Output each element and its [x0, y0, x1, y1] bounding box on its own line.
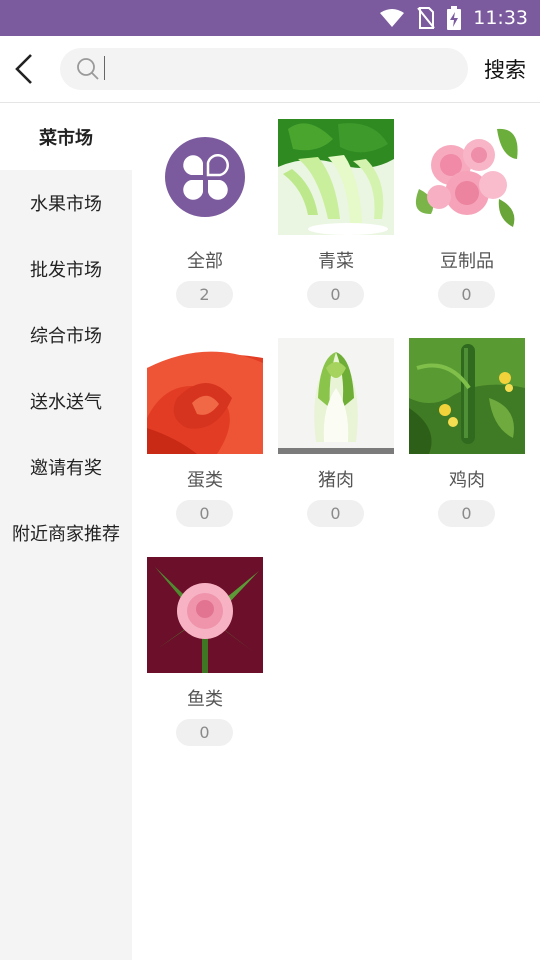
cucumber-vine-photo	[409, 338, 525, 454]
no-sim-icon	[417, 7, 436, 29]
grid-item-greens[interactable]: 青菜 0	[263, 104, 394, 323]
count-badge: 0	[307, 281, 364, 308]
wifi-icon	[380, 9, 405, 27]
grid-item-bean-products[interactable]: 豆制品 0	[394, 104, 525, 323]
red-rose-photo	[147, 338, 263, 454]
subcategory-grid: 全部 2 青菜 0 豆制品 0 蛋类 0 猪肉 0 鸡肉 0 鱼类 0	[132, 104, 540, 960]
chevron-left-icon	[15, 54, 32, 84]
grid-item-label: 蛋类	[187, 470, 223, 491]
sidebar-item-vegetable-market[interactable]: 菜市场	[0, 104, 132, 170]
pink-rose-maroon-photo	[147, 557, 263, 673]
grid-item-label: 全部	[187, 251, 223, 272]
battery-charging-icon	[447, 6, 462, 30]
status-icons: 11:33	[379, 0, 528, 36]
status-bar: 11:33	[0, 0, 540, 36]
sidebar-item-general-market[interactable]: 综合市场	[0, 302, 132, 368]
grid-item-label: 豆制品	[440, 251, 494, 272]
grid-item-label: 青菜	[318, 251, 354, 272]
sidebar-item-fruit-market[interactable]: 水果市场	[0, 170, 132, 236]
grid-item-label: 鸡肉	[449, 470, 485, 491]
search-button[interactable]: 搜索	[480, 50, 530, 90]
grid-item-pork[interactable]: 猪肉 0	[263, 323, 394, 542]
sidebar-item-invite-rewards[interactable]: 邀请有奖	[0, 434, 132, 500]
search-box[interactable]	[60, 48, 468, 90]
count-badge: 0	[176, 500, 233, 527]
grid-item-eggs[interactable]: 蛋类 0	[132, 323, 263, 542]
grid-item-all[interactable]: 全部 2	[132, 104, 263, 323]
count-badge: 0	[176, 719, 233, 746]
pink-roses-photo	[409, 119, 525, 235]
grid-item-label: 猪肉	[318, 470, 354, 491]
sidebar-item-wholesale-market[interactable]: 批发市场	[0, 236, 132, 302]
bok-choy-photo	[278, 119, 394, 235]
sidebar-item-water-gas-delivery[interactable]: 送水送气	[0, 368, 132, 434]
category-sidebar: 菜市场 水果市场 批发市场 综合市场 送水送气 邀请有奖 附近商家推荐	[0, 104, 132, 960]
count-badge: 0	[438, 500, 495, 527]
status-time: 11:33	[473, 7, 528, 29]
back-button[interactable]	[6, 48, 42, 90]
search-icon	[77, 58, 99, 80]
napa-cabbage-photo	[278, 338, 394, 454]
grid-item-chicken[interactable]: 鸡肉 0	[394, 323, 525, 542]
count-badge: 0	[307, 500, 364, 527]
sidebar-item-nearby-merchants[interactable]: 附近商家推荐	[0, 500, 132, 566]
grid-item-fish[interactable]: 鱼类 0	[132, 542, 263, 761]
top-bar: 搜索	[0, 36, 540, 103]
grid-item-label: 鱼类	[187, 689, 223, 710]
count-badge: 0	[438, 281, 495, 308]
all-categories-icon	[147, 119, 263, 235]
text-cursor	[104, 56, 105, 80]
count-badge: 2	[176, 281, 233, 308]
search-input[interactable]	[104, 54, 454, 84]
